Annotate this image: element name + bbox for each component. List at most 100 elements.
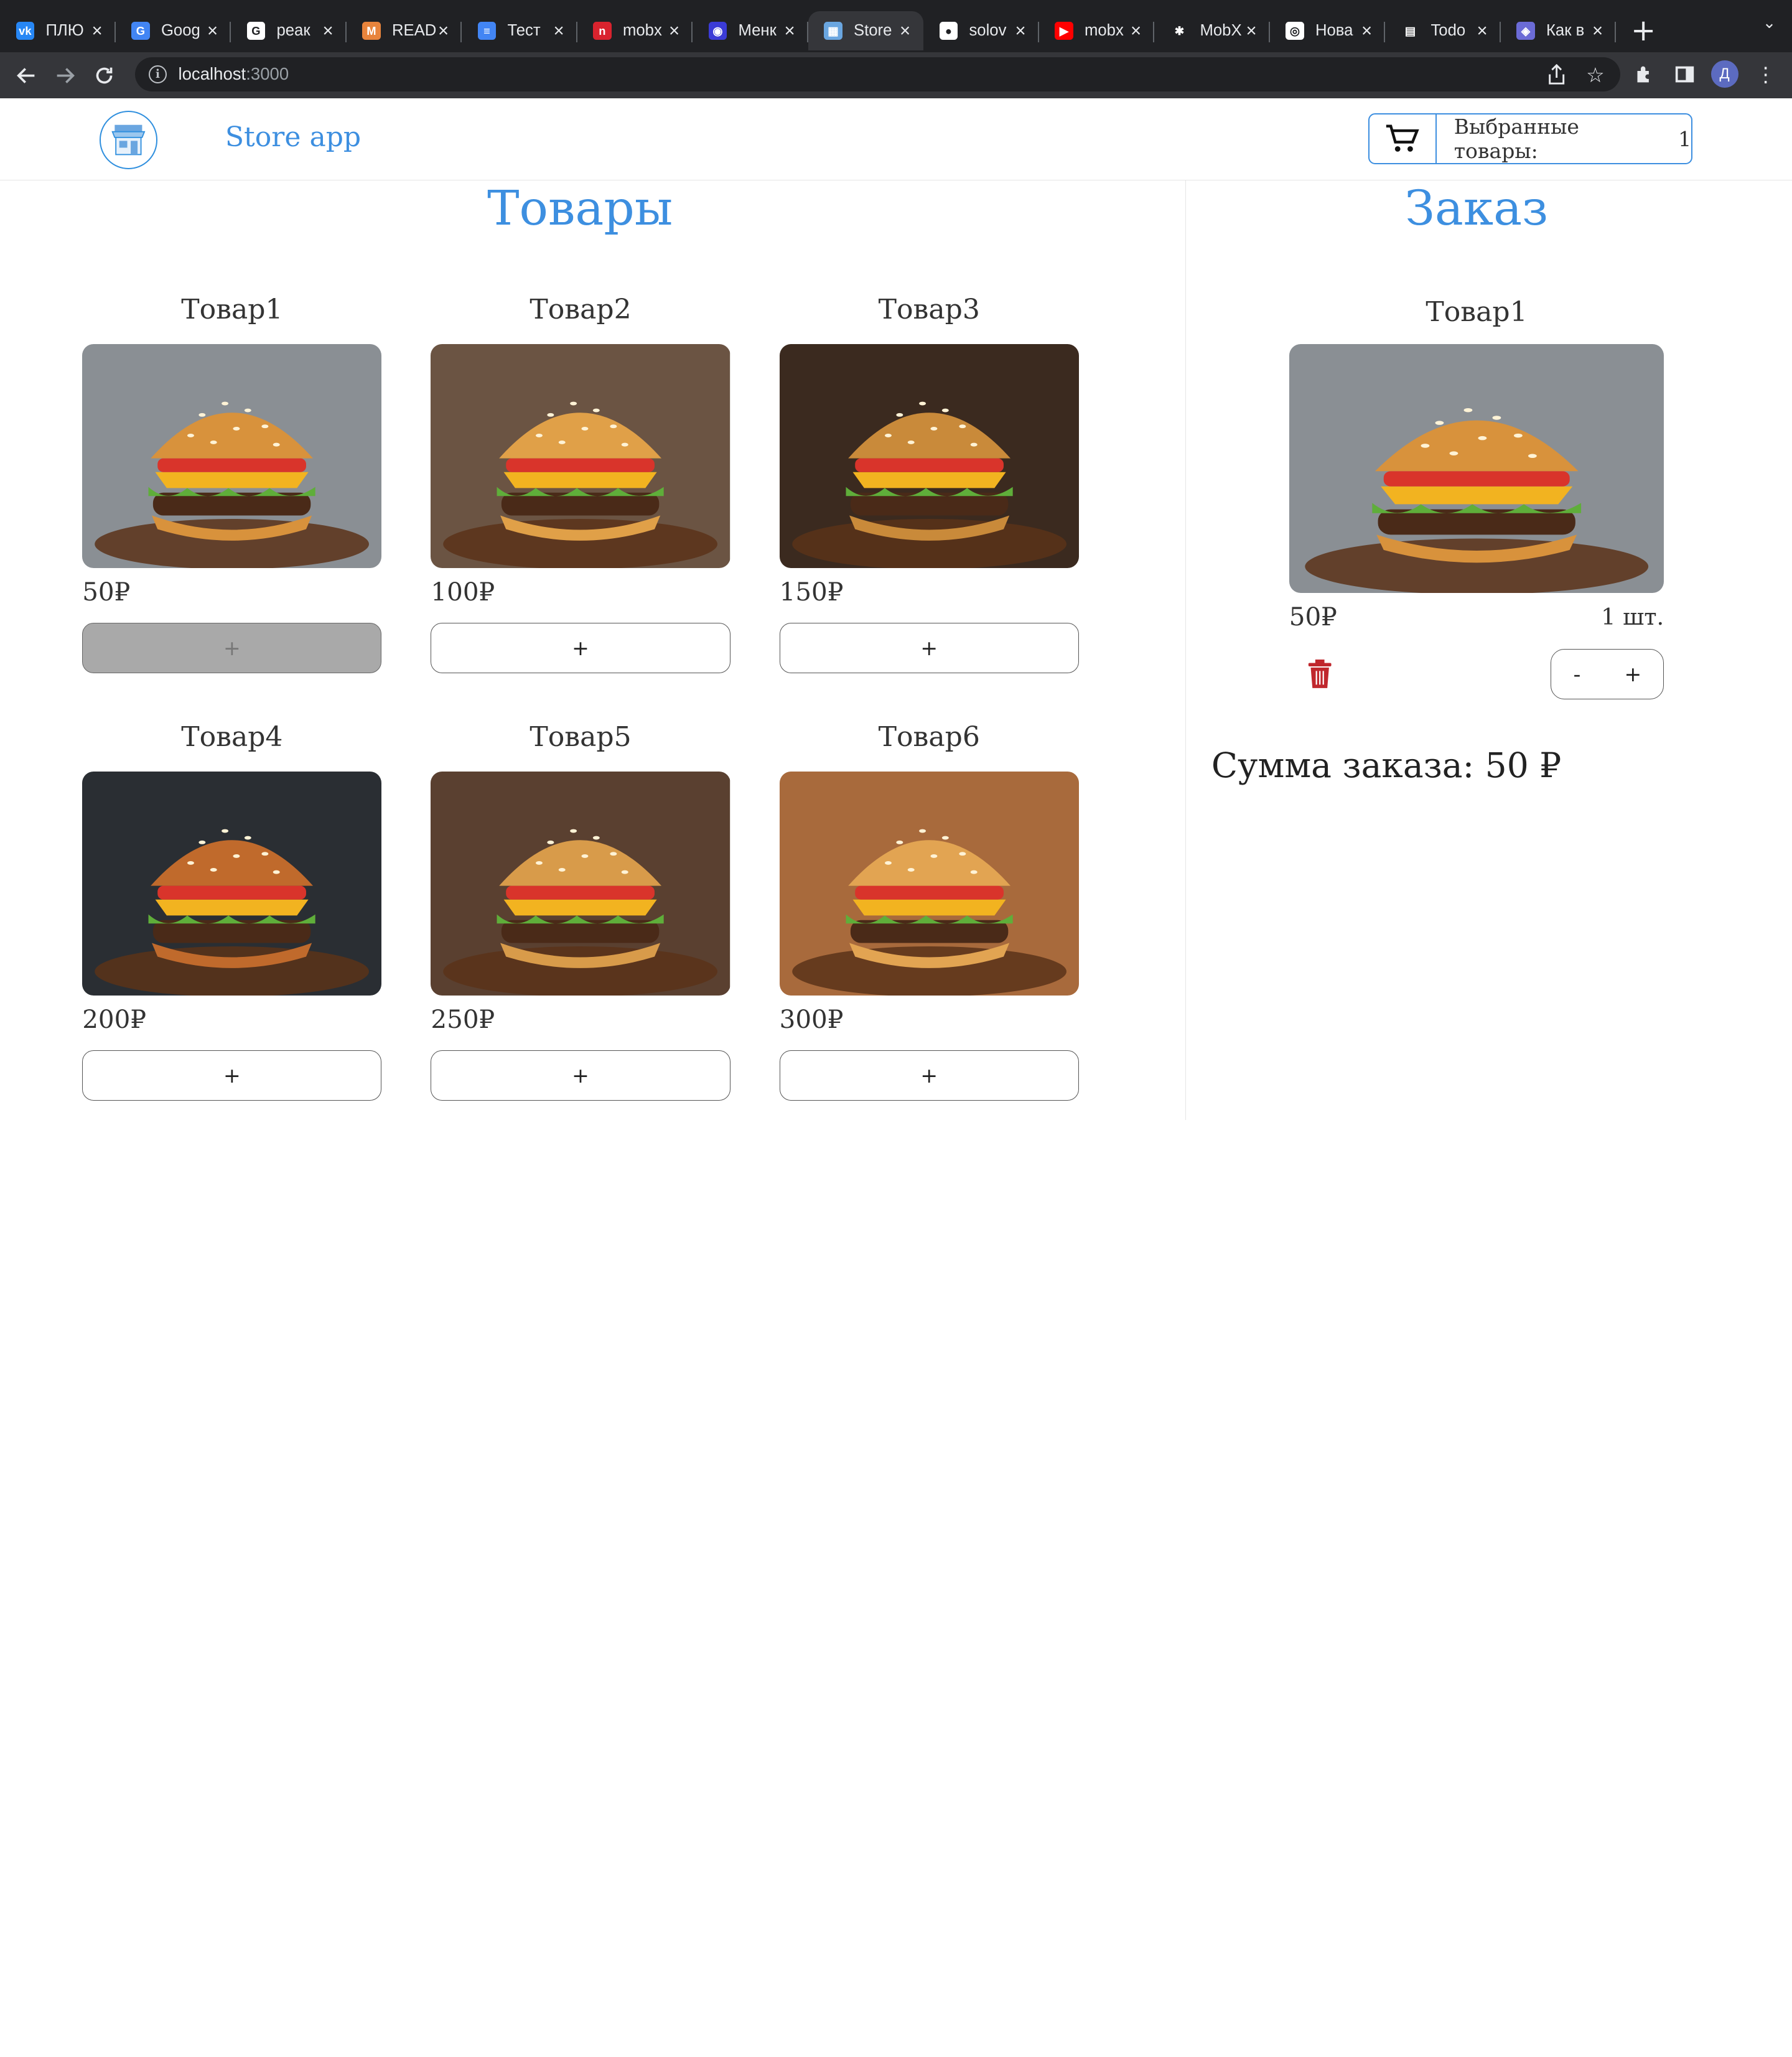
brand-title[interactable]: Store app: [225, 121, 361, 153]
tab-title: Store: [853, 22, 892, 40]
tab-title: Todo: [1430, 22, 1466, 40]
trash-icon[interactable]: [1303, 657, 1337, 691]
reload-icon[interactable]: [85, 56, 123, 95]
close-tab-icon[interactable]: ×: [1242, 21, 1260, 41]
new-tab-button[interactable]: +: [1623, 11, 1664, 52]
browser-tab[interactable]: ≡ Тест ×: [462, 11, 577, 50]
product-image: [431, 771, 730, 996]
column-divider: [1185, 180, 1187, 1120]
product-card: Товар6 300₽ +: [779, 720, 1079, 1101]
quantity-stepper: - +: [1551, 649, 1664, 699]
decrement-button[interactable]: -: [1573, 662, 1580, 686]
product-card: Товар5 250₽ +: [431, 720, 730, 1101]
share-icon[interactable]: [1547, 63, 1566, 89]
browser-tab[interactable]: ▦ Store ×: [808, 11, 923, 50]
browser-tab[interactable]: ◉ Менк ×: [693, 11, 808, 50]
order-item-image: [1289, 343, 1664, 594]
product-name: Товар2: [530, 294, 632, 326]
close-tab-icon[interactable]: ×: [319, 21, 337, 41]
close-tab-icon[interactable]: ×: [780, 21, 798, 41]
browser-tab[interactable]: n mobx ×: [577, 11, 693, 50]
side-panel-icon[interactable]: [1668, 57, 1702, 91]
product-image: [431, 343, 730, 568]
browser-tab[interactable]: vk ПЛЮ ×: [0, 11, 116, 50]
product-card: Товар3 150₽ +: [779, 292, 1079, 673]
browser-tab[interactable]: ▶ mobx ×: [1039, 11, 1154, 50]
close-tab-icon[interactable]: ×: [1589, 21, 1607, 41]
tab-title: Нова: [1315, 22, 1353, 40]
close-tab-icon[interactable]: ×: [549, 21, 567, 41]
product-name: Товар1: [181, 294, 283, 326]
add-to-cart-button[interactable]: +: [431, 622, 730, 673]
browser-tab[interactable]: M READ ×: [347, 11, 462, 50]
close-tab-icon[interactable]: ×: [665, 21, 683, 41]
tab-title: MobX: [1200, 22, 1242, 40]
browser-tab[interactable]: Gреак ×: [231, 11, 347, 50]
tab-title: mobx: [622, 22, 662, 40]
add-to-cart-button[interactable]: +: [779, 622, 1079, 673]
tab-title: Goog: [161, 22, 200, 40]
browser-tab[interactable]: ◎ Нова ×: [1270, 11, 1385, 50]
product-card: Товар4 200₽ +: [82, 720, 382, 1101]
browser-tab[interactable]: ▤ Todo ×: [1385, 11, 1501, 50]
product-image: [779, 771, 1079, 996]
product-name: Товар3: [878, 294, 980, 326]
close-tab-icon[interactable]: ×: [1473, 21, 1491, 41]
url-host: localhost: [178, 64, 246, 84]
add-to-cart-button[interactable]: +: [431, 1050, 730, 1101]
docs-icon: ≡: [477, 21, 497, 40]
order-item-price: 50₽: [1289, 602, 1337, 632]
close-tab-icon[interactable]: ×: [1358, 21, 1376, 41]
menu-kebab-icon[interactable]: ⋮: [1748, 57, 1783, 91]
vk-icon: vk: [16, 21, 35, 40]
bookmark-star-icon[interactable]: ☆: [1586, 63, 1605, 88]
store-logo-icon[interactable]: [99, 111, 158, 169]
products-title: Товары: [487, 180, 673, 237]
close-tab-icon[interactable]: ×: [88, 21, 106, 41]
product-name: Товар6: [878, 721, 980, 753]
browser-tab[interactable]: G Goog ×: [116, 11, 231, 50]
close-tab-icon[interactable]: ×: [1011, 21, 1029, 41]
store-icon: ▦: [824, 21, 842, 40]
tab-title: Как в: [1546, 22, 1585, 40]
add-to-cart-button[interactable]: +: [779, 1050, 1079, 1101]
google-translate-icon: G: [131, 21, 150, 40]
readme-icon: M: [362, 21, 381, 40]
tab-title: Тест: [507, 22, 541, 40]
tab-title: ПЛЮ: [45, 22, 84, 40]
product-price: 300₽: [779, 1004, 844, 1034]
back-icon[interactable]: [7, 56, 45, 95]
product-price: 50₽: [82, 576, 131, 607]
order-item-quantity: 1 шт.: [1601, 604, 1664, 631]
browser-tab[interactable]: ● solov ×: [923, 11, 1039, 50]
site-info-icon[interactable]: i: [148, 65, 167, 84]
tab-title: solov: [969, 22, 1007, 40]
product-image: [82, 343, 382, 568]
tab-separator: [1615, 21, 1616, 42]
browser-tab-strip: vk ПЛЮ × G Goog × Gреак × M READ × ≡ Тест × n mobx × ◉ Мен…: [0, 0, 1792, 53]
profile-avatar[interactable]: Д: [1707, 57, 1742, 91]
order-item: Товар1 50₽ 1 шт. - +: [1289, 295, 1664, 699]
tab-search-icon[interactable]: ⌄: [1763, 14, 1776, 32]
product-name: Товар4: [181, 721, 283, 753]
product-card: Товар1 50₽ +: [82, 292, 382, 673]
document-icon: ▤: [1401, 21, 1420, 40]
browser-tab[interactable]: ◈ Как в ×: [1501, 11, 1616, 50]
selected-items-button[interactable]: Выбранные товары: 1: [1368, 113, 1693, 165]
tab-title: mobx: [1084, 22, 1124, 40]
close-tab-icon[interactable]: ×: [1127, 21, 1145, 41]
product-price: 100₽: [431, 576, 495, 607]
add-to-cart-button[interactable]: +: [82, 622, 382, 673]
close-tab-icon[interactable]: ×: [203, 21, 222, 41]
github-icon: ●: [939, 21, 958, 40]
increment-button[interactable]: +: [1624, 662, 1641, 686]
extensions-icon[interactable]: [1627, 57, 1661, 91]
address-bar[interactable]: i localhost:3000 ☆: [134, 57, 1621, 91]
cart-label: Выбранные товары:: [1454, 114, 1579, 164]
add-to-cart-button[interactable]: +: [82, 1050, 382, 1101]
close-tab-icon[interactable]: ×: [434, 21, 452, 41]
close-tab-icon[interactable]: ×: [896, 21, 914, 41]
product-card: Товар2 100₽ +: [431, 292, 730, 673]
forward-icon[interactable]: [45, 56, 84, 95]
browser-tab[interactable]: ✱ MobX ×: [1154, 11, 1270, 50]
